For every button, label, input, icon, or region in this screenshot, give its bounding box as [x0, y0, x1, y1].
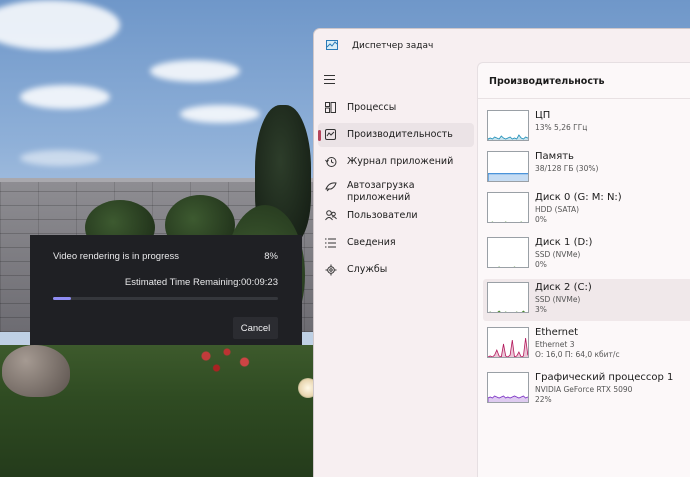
perf-item-disk-2[interactable]: Диск 2 (C:) SSD (NVMe) 3%: [483, 279, 690, 321]
perf-item-usage: 3%: [535, 305, 547, 314]
nav-item-users[interactable]: Пользователи: [318, 204, 474, 228]
disk-graph-thumbnail: [487, 282, 529, 313]
page-title: Производительность: [489, 76, 605, 87]
usage-sparkline: [488, 337, 528, 357]
memory-usage-fill: [488, 173, 528, 181]
perf-item-usage: О: 16,0 П: 64,0 кбит/с: [535, 350, 620, 359]
usage-sparkline: [489, 310, 526, 312]
perf-item-usage: 0%: [535, 215, 547, 224]
perf-item-usage: 22%: [535, 395, 552, 404]
nav-item-label: Сведения: [347, 237, 396, 248]
perf-item-cpu[interactable]: ЦП 13% 5,26 ГГц: [483, 107, 690, 149]
details-icon: [324, 236, 337, 249]
nav-item-label: Пользователи: [347, 210, 418, 221]
cancel-button[interactable]: Cancel: [233, 317, 278, 339]
active-indicator: [318, 130, 321, 141]
nav-item-label: Процессы: [347, 102, 397, 113]
nav-item-label: Службы: [347, 264, 388, 275]
performance-header: Производительность: [478, 63, 690, 99]
perf-item-name: Ethernet: [535, 327, 579, 338]
render-progress-dialog: Video rendering is in progress 8% Estima…: [30, 235, 302, 345]
usage-sparkline: [491, 221, 523, 222]
nav-item-startup-apps[interactable]: Автозагрузка приложений: [318, 177, 474, 207]
perf-item-detail: SSD (NVMe): [535, 250, 581, 259]
nav-item-services[interactable]: Службы: [318, 258, 474, 282]
perf-item-name: Графический процессор 1: [535, 372, 674, 383]
render-progress-bar: [53, 297, 278, 300]
perf-item-ethernet[interactable]: Ethernet Ethernet 3 О: 16,0 П: 64,0 кбит…: [483, 324, 690, 366]
perf-item-detail: 38/128 ГБ (30%): [535, 164, 599, 173]
perf-item-detail: Ethernet 3: [535, 340, 575, 349]
perf-item-detail: NVIDIA GeForce RTX 5090: [535, 385, 633, 394]
task-manager-app-icon: [326, 40, 338, 50]
perf-item-disk-0[interactable]: Диск 0 (G: M: N:) HDD (SATA) 0%: [483, 189, 690, 231]
nav-item-performance[interactable]: Производительность: [318, 123, 474, 147]
render-percent: 8%: [264, 251, 278, 262]
garden-rock: [2, 345, 70, 397]
memory-graph-thumbnail: [487, 151, 529, 182]
menu-toggle-icon[interactable]: [324, 75, 335, 87]
perf-item-detail: 13% 5,26 ГГц: [535, 123, 588, 132]
render-status-text: Video rendering is in progress: [53, 251, 180, 262]
nav-item-processes[interactable]: Процессы: [318, 96, 474, 120]
ethernet-graph-thumbnail: [487, 327, 529, 358]
perf-item-disk-1[interactable]: Диск 1 (D:) SSD (NVMe) 0%: [483, 234, 690, 276]
perf-item-detail: HDD (SATA): [535, 205, 580, 214]
disk-graph-thumbnail: [487, 237, 529, 268]
services-icon: [324, 263, 337, 276]
usage-sparkline: [488, 134, 528, 140]
nav-item-label: Производительность: [347, 129, 453, 140]
perf-item-name: Диск 1 (D:): [535, 237, 593, 248]
perf-item-memory[interactable]: Память 38/128 ГБ (30%): [483, 148, 690, 190]
nav-item-app-history[interactable]: Журнал приложений: [318, 150, 474, 174]
perf-item-gpu[interactable]: Графический процессор 1 NVIDIA GeForce R…: [483, 369, 690, 411]
perf-item-name: ЦП: [535, 110, 551, 121]
perf-item-detail: SSD (NVMe): [535, 295, 581, 304]
window-title: Диспетчер задач: [352, 41, 434, 51]
usage-sparkline: [488, 395, 528, 402]
users-icon: [324, 209, 337, 222]
nav-item-label: Журнал приложений: [347, 156, 454, 167]
processes-icon: [324, 101, 337, 114]
perf-item-usage: 0%: [535, 260, 547, 269]
render-eta: Estimated Time Remaining:00:09:23: [124, 277, 278, 288]
performance-pane: Производительность ЦП 13% 5,26 ГГц Памят…: [477, 62, 690, 477]
usage-sparkline: [498, 266, 516, 267]
cpu-graph-thumbnail: [487, 110, 529, 141]
nav-item-details[interactable]: Сведения: [318, 231, 474, 255]
perf-item-name: Память: [535, 151, 574, 162]
task-manager-window: Диспетчер задач Процессы Производительно…: [313, 28, 690, 477]
perf-item-name: Диск 0 (G: M: N:): [535, 192, 622, 203]
disk-graph-thumbnail: [487, 192, 529, 223]
app-history-icon: [324, 155, 337, 168]
gpu-graph-thumbnail: [487, 372, 529, 403]
perf-item-name: Диск 2 (C:): [535, 282, 592, 293]
nav-item-label: Автозагрузка приложений: [347, 180, 415, 203]
render-progress-fill: [53, 297, 71, 300]
performance-icon: [324, 128, 337, 141]
startup-apps-icon: [324, 180, 337, 193]
